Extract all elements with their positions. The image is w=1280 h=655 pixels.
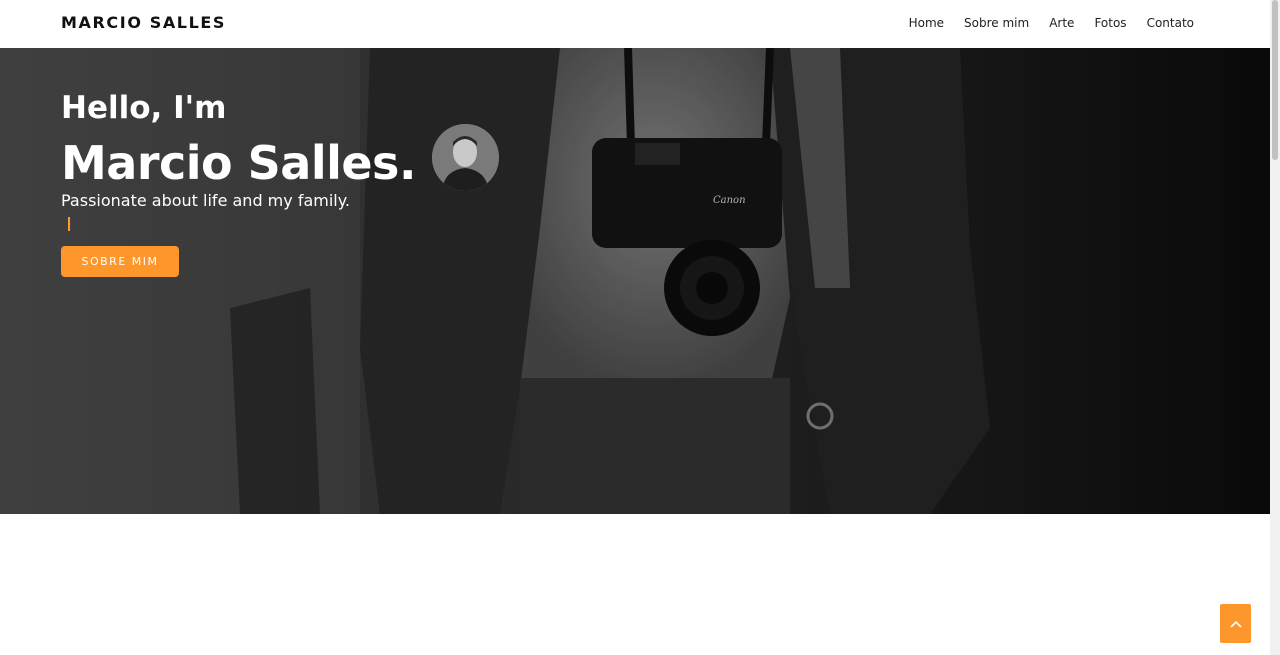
hero-section: Canon Hello, I'm Marcio Salles. Passiona… (0, 48, 1270, 514)
nav-link-arte[interactable]: Arte (1049, 16, 1074, 30)
nav-links: Home Sobre mim Arte Fotos Contato (909, 16, 1194, 30)
navbar: MARCIO SALLES Home Sobre mim Arte Fotos … (0, 0, 1270, 48)
nav-link-fotos[interactable]: Fotos (1094, 16, 1126, 30)
hero-name-row: Marcio Salles. (61, 124, 499, 191)
nav-link-contato[interactable]: Contato (1147, 16, 1194, 30)
nav-link-sobre-mim[interactable]: Sobre mim (964, 16, 1029, 30)
chevron-up-icon (1229, 620, 1242, 628)
nav-link-home[interactable]: Home (909, 16, 944, 30)
hero-name: Marcio Salles. (61, 135, 416, 190)
avatar (431, 124, 499, 191)
hero-tagline: Passionate about life and my family. (61, 191, 351, 210)
site-brand[interactable]: MARCIO SALLES (61, 13, 226, 32)
page-scrollbar[interactable] (1270, 0, 1280, 655)
hero-greeting: Hello, I'm (61, 90, 227, 126)
sobre-mim-button[interactable]: SOBRE MIM (61, 246, 179, 277)
back-to-top-button[interactable] (1220, 604, 1251, 643)
scrollbar-thumb[interactable] (1272, 0, 1278, 160)
hero-content: Hello, I'm Marcio Salles. Passionate abo… (61, 88, 499, 277)
avatar-portrait (431, 124, 499, 191)
typing-cursor (68, 217, 70, 231)
